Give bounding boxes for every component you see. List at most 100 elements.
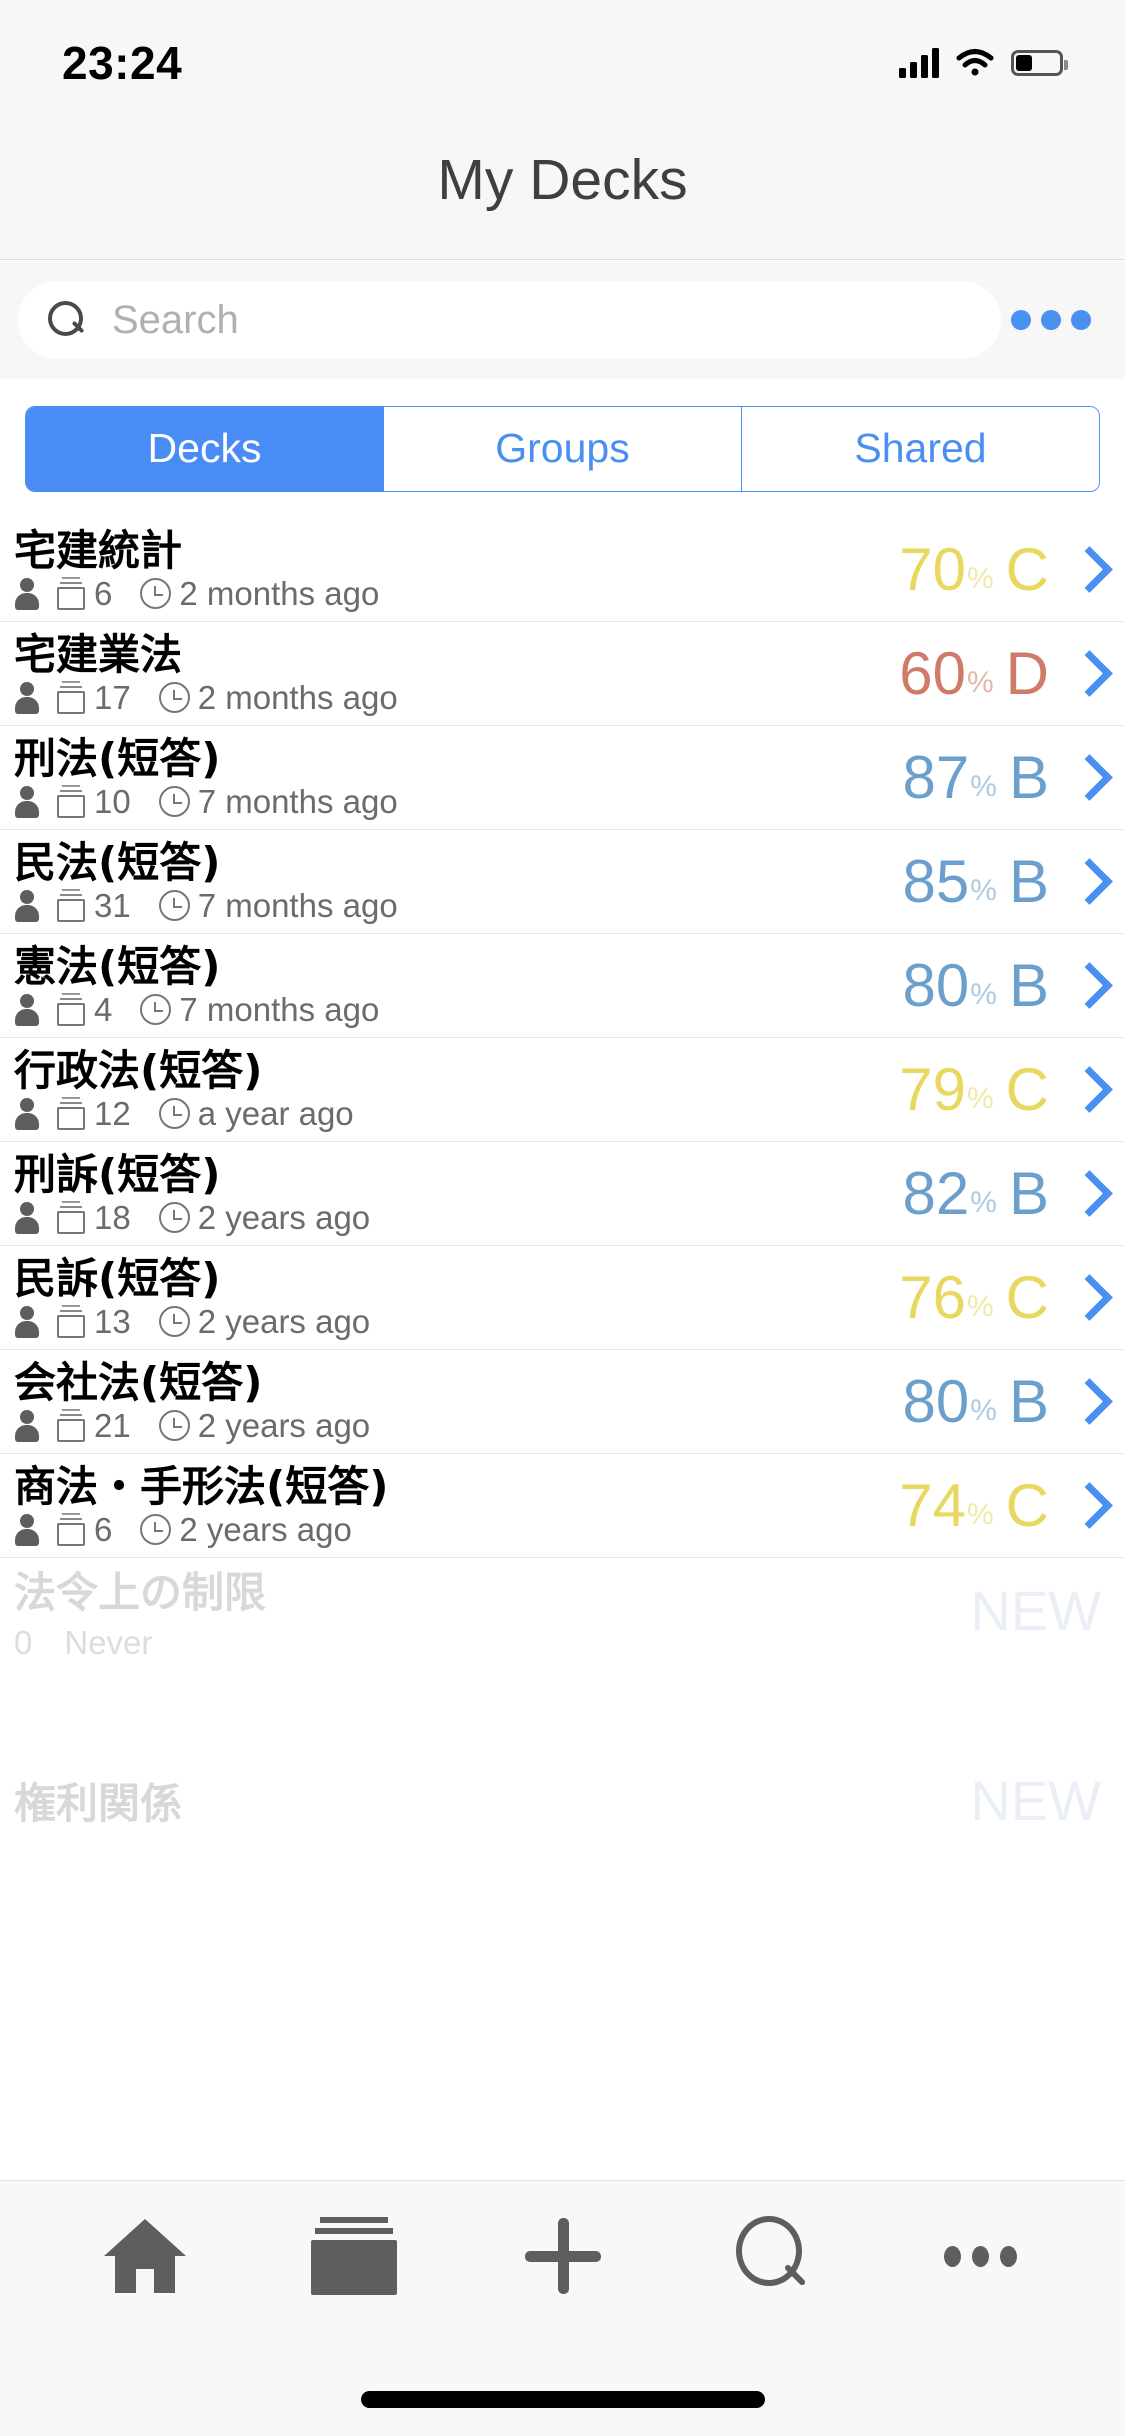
deck-updated: 7 months ago (158, 887, 398, 925)
deck-score: 76% C (899, 1267, 1107, 1328)
search-input[interactable] (112, 297, 971, 343)
toolbar-decks-button[interactable] (284, 2196, 424, 2316)
deck-updated: 7 months ago (140, 993, 379, 1026)
deck-row[interactable]: 宅建統計 6 2 months ago 70% C (0, 518, 1125, 622)
tab-decks[interactable]: Decks (26, 406, 384, 491)
chevron-right-icon[interactable] (1069, 1480, 1103, 1532)
search-icon (48, 301, 86, 339)
clock-icon (158, 1098, 190, 1130)
card-stack-icon (56, 1097, 86, 1131)
toolbar-search-button[interactable] (702, 2196, 842, 2316)
grade-letter: C (1005, 1471, 1049, 1539)
obscured-updated: Never (64, 1623, 153, 1661)
chevron-right-icon[interactable] (1069, 1168, 1103, 1220)
deck-owner (14, 993, 40, 1026)
deck-row[interactable]: 商法・手形法(短答) 6 2 years ago 74% C (0, 1454, 1125, 1558)
score-value: 60 (899, 639, 966, 707)
grade-letter: C (1005, 1055, 1049, 1123)
updated-value: 2 years ago (197, 1303, 371, 1341)
deck-updated: 2 months ago (158, 679, 398, 717)
chevron-right-icon[interactable] (1069, 648, 1103, 700)
battery-icon (1011, 50, 1068, 76)
updated-value: 7 months ago (197, 783, 398, 821)
chevron-right-icon[interactable] (1069, 752, 1103, 804)
deck-card-count: 21 (56, 1409, 131, 1443)
deck-row[interactable]: 憲法(短答) 4 7 months ago 80% B (0, 934, 1125, 1038)
score-value: 79 (899, 1055, 966, 1123)
search-field[interactable] (18, 281, 1001, 359)
score-value: 74 (899, 1471, 966, 1539)
toolbar-add-button[interactable] (493, 2196, 633, 2316)
chevron-right-icon[interactable] (1069, 1272, 1103, 1324)
more-horizontal-icon[interactable] (1001, 281, 1101, 359)
clock-icon (158, 1306, 190, 1338)
tab-shared[interactable]: Shared (742, 406, 1099, 491)
deck-score: 82% B (903, 1163, 1107, 1224)
deck-row[interactable]: 刑訴(短答) 18 2 years ago 82% B (0, 1142, 1125, 1246)
deck-meta: 17 2 months ago (14, 679, 899, 717)
percent-sign: % (966, 1497, 994, 1531)
deck-title: 民法(短答) (14, 837, 221, 887)
deck-score: 80% B (903, 1371, 1107, 1432)
tab-groups[interactable]: Groups (384, 406, 742, 491)
chevron-right-icon[interactable] (1069, 1064, 1103, 1116)
person-icon (14, 889, 40, 922)
deck-info: 憲法(短答) 4 7 months ago (14, 944, 903, 1027)
deck-row[interactable]: 刑法(短答) 10 7 months ago 87% B (0, 726, 1125, 830)
card-stack-icon (56, 1305, 86, 1339)
grade-letter: D (1005, 639, 1049, 707)
person-icon (14, 1513, 40, 1546)
grade-letter: B (1008, 847, 1049, 915)
updated-value: 7 months ago (197, 887, 398, 925)
card-count-value: 10 (94, 783, 131, 821)
deck-card-count: 4 (56, 993, 112, 1027)
clock-icon (158, 890, 190, 922)
status-bar: 23:24 (0, 0, 1125, 100)
chevron-right-icon[interactable] (1069, 856, 1103, 908)
person-icon (14, 785, 40, 818)
clock-icon (140, 578, 172, 610)
percent-sign: % (966, 1081, 994, 1115)
navigation-bar: My Decks (0, 100, 1125, 260)
deck-row[interactable]: 宅建業法 17 2 months ago 60% D (0, 622, 1125, 726)
card-count-value: 6 (94, 575, 113, 613)
deck-meta: 10 7 months ago (14, 783, 903, 821)
score-value: 70 (899, 535, 966, 603)
toolbar-more-button[interactable] (911, 2196, 1051, 2316)
status-indicators (899, 48, 1068, 78)
obscured-deck-meta: 0 Never (14, 1624, 1107, 1662)
toolbar-home-button[interactable] (75, 2196, 215, 2316)
deck-title: 刑法(短答) (14, 733, 221, 783)
deck-info: 民法(短答) 31 7 months ago (14, 837, 903, 925)
deck-list[interactable]: 宅建統計 6 2 months ago 70% C 宅建業法 17 2 months ago 6… (0, 518, 1125, 2398)
deck-row[interactable]: 民法(短答) 31 7 months ago 85% B (0, 830, 1125, 934)
card-count-value: 31 (94, 887, 131, 925)
deck-title: 宅建業法 (14, 629, 183, 679)
deck-title: 会社法(短答) (14, 1357, 263, 1407)
chevron-right-icon[interactable] (1069, 960, 1103, 1012)
deck-row[interactable]: 行政法(短答) 12 a year ago 79% C (0, 1038, 1125, 1142)
updated-value: a year ago (197, 1095, 354, 1133)
grade-letter: B (1008, 951, 1049, 1019)
updated-value: 2 years ago (197, 1199, 371, 1237)
deck-card-count: 12 (56, 1097, 131, 1131)
deck-title: 民訴(短答) (14, 1253, 221, 1303)
updated-value: 2 months ago (197, 679, 398, 717)
deck-info: 会社法(短答) 21 2 years ago (14, 1357, 903, 1445)
deck-row[interactable]: 民訴(短答) 13 2 years ago 76% C (0, 1246, 1125, 1350)
deck-score: 85% B (903, 847, 1107, 915)
clock-icon (158, 1410, 190, 1442)
card-stack-icon (56, 577, 86, 611)
chevron-right-icon[interactable] (1069, 544, 1103, 596)
deck-row[interactable]: 会社法(短答) 21 2 years ago 80% B (0, 1350, 1125, 1454)
deck-updated: 2 years ago (158, 1199, 371, 1237)
clock-icon (158, 682, 190, 714)
updated-value: 7 months ago (179, 991, 380, 1029)
deck-owner (14, 889, 40, 922)
updated-value: 2 years ago (197, 1407, 371, 1445)
person-icon (14, 993, 40, 1026)
deck-meta: 31 7 months ago (14, 887, 903, 925)
deck-card-count: 13 (56, 1305, 131, 1339)
person-icon (14, 1201, 40, 1234)
chevron-right-icon[interactable] (1069, 1376, 1103, 1428)
